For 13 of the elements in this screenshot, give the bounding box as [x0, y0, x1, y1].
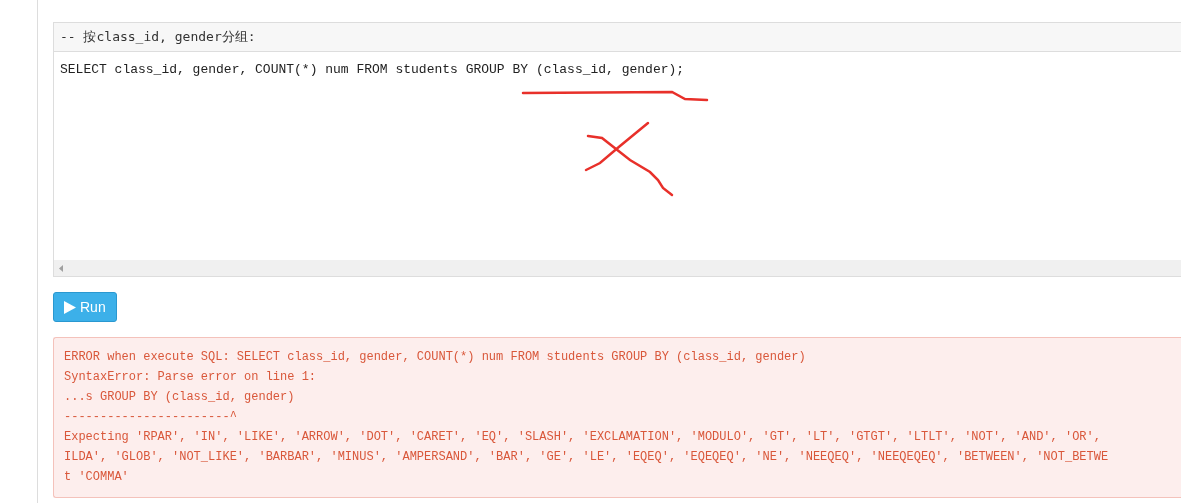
code-editor[interactable]: -- 按class_id, gender分组: SELECT class_id, gender, COUNT(*) num FROM students GROUP BY (class_id, gender);	[53, 22, 1181, 277]
error-line: ILDA', 'GLOB', 'NOT_LIKE', 'BARBAR', 'MINUS', 'AMPERSAND', 'BAR', 'GE', 'LE', 'EQEQ', 'EQEQEQ', 'NE', 'NEEQEQ', 'NEEQEQEQ', 'BETWEEN', 'NOT_BETWE	[64, 449, 1109, 466]
horizontal-scrollbar[interactable]	[54, 260, 1181, 276]
error-line: ...s GROUP BY (class_id, gender)	[64, 389, 295, 406]
error-line: Expecting 'RPAR', 'IN', 'LIKE', 'ARROW', 'DOT', 'CARET', 'EQ', 'SLASH', 'EXCLAMATION', 'MODULO', 'GT', 'LT', 'GTGT', 'LTLT', 'NOT', 'AND', 'OR',	[64, 429, 1101, 446]
sql-comment: -- 按class_id, gender分组:	[60, 28, 256, 46]
error-line: SyntaxError: Parse error on line 1:	[64, 369, 317, 386]
error-line: -----------------------^	[64, 409, 237, 426]
error-line: t 'COMMA'	[64, 469, 129, 486]
error-line: ERROR when execute SQL: SELECT class_id, gender, COUNT(*) num FROM students GROUP BY (class_id, gender)	[64, 349, 806, 366]
play-icon	[64, 300, 76, 314]
sql-code: SELECT class_id, gender, COUNT(*) num FROM students GROUP BY (class_id, gender);	[60, 62, 685, 77]
scroll-left-icon[interactable]	[59, 264, 63, 272]
